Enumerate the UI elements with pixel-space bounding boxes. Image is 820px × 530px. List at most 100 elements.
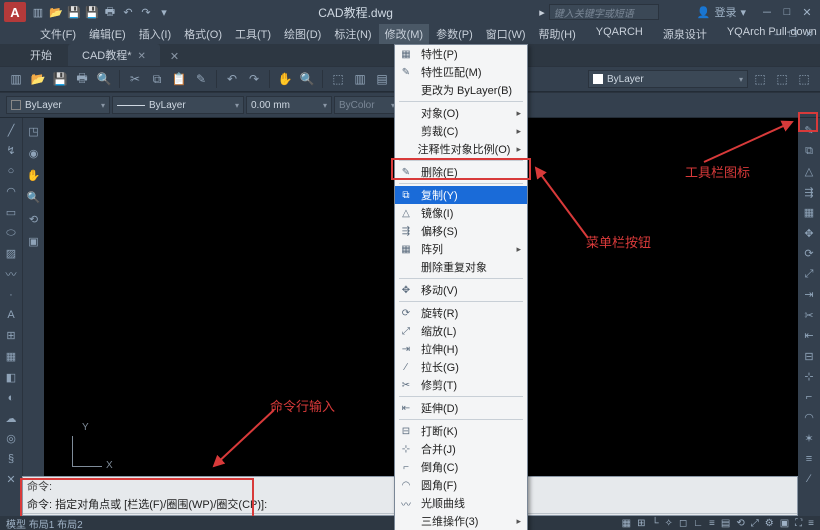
undo-icon[interactable]: ↶	[120, 4, 136, 20]
trim-icon[interactable]: ✂	[800, 307, 818, 325]
spline-icon[interactable]: 〰	[2, 266, 20, 283]
status-snap-icon[interactable]: ▦	[622, 518, 631, 529]
tb-undo-icon[interactable]: ↶	[222, 69, 242, 89]
lineweight-dropdown[interactable]: 0.00 mm▾	[246, 96, 332, 114]
mdi-restore-icon[interactable]: ❐	[786, 28, 800, 40]
helix-icon[interactable]: §	[2, 451, 20, 468]
tb-match-icon[interactable]: ✎	[191, 69, 211, 89]
arc-icon[interactable]: ◠	[2, 184, 20, 201]
model-tabs[interactable]: 模型 布局1 布局2	[6, 516, 83, 530]
linetype-dropdown[interactable]: ByLayer▾	[112, 96, 244, 114]
tb-zoom-icon[interactable]: 🔍	[297, 69, 317, 89]
status-lwt-icon[interactable]: ≡	[709, 518, 715, 529]
menu-yq-design[interactable]: 源泉设计	[657, 24, 713, 44]
modify-menu-item[interactable]: 对象(O)▸	[395, 104, 527, 122]
tb-new-icon[interactable]: ▥	[6, 69, 26, 89]
tb-props-icon[interactable]: ▥	[350, 69, 370, 89]
menu-tools[interactable]: 工具(T)	[229, 24, 277, 44]
status-qp-icon[interactable]: ▤	[721, 518, 730, 529]
zoom2-icon[interactable]: 🔍	[25, 188, 43, 206]
tab-close-icon[interactable]: ✕	[138, 51, 146, 62]
tab-add[interactable]: ✕	[162, 47, 187, 66]
redo-icon[interactable]: ↷	[138, 4, 154, 20]
tab-start[interactable]: 开始	[16, 44, 66, 66]
ellipse-icon[interactable]: ⬭	[2, 225, 20, 242]
new-icon[interactable]: ▥	[30, 4, 46, 20]
menu-draw[interactable]: 绘图(D)	[278, 24, 327, 44]
modify-menu-item[interactable]: ⤢缩放(L)	[395, 322, 527, 340]
status-ws-icon[interactable]: ⚙	[765, 518, 774, 529]
tb-preview-icon[interactable]: 🔍	[94, 69, 114, 89]
modify-menu-item[interactable]: 三维操作(3)▸	[395, 512, 527, 530]
text-icon[interactable]: A	[2, 307, 20, 324]
block-icon[interactable]: ⊞	[2, 328, 20, 345]
explode-icon[interactable]: ✶	[800, 430, 818, 448]
table-icon[interactable]: ▦	[2, 348, 20, 365]
modify-menu-item[interactable]: △镜像(I)	[395, 204, 527, 222]
modify-menu-item[interactable]: ◠圆角(F)	[395, 476, 527, 494]
move-icon[interactable]: ✥	[800, 225, 818, 243]
plot-icon[interactable]: 🖶	[102, 4, 118, 20]
saveas-icon[interactable]: 💾	[84, 4, 100, 20]
search-icon[interactable]: ▸	[539, 6, 545, 19]
modify-menu-item[interactable]: ⇤延伸(D)	[395, 399, 527, 417]
tab-document[interactable]: CAD教程*✕	[68, 44, 160, 66]
plotstyle-dropdown[interactable]: ByColor▾	[334, 96, 400, 114]
polyline-icon[interactable]: ↯	[2, 143, 20, 160]
user-block[interactable]: 👤 登录 ▾	[697, 4, 746, 20]
cube-icon[interactable]: ◳	[25, 122, 43, 140]
status-polar-icon[interactable]: ✧	[665, 518, 673, 529]
menu-yqarch[interactable]: YQARCH	[590, 24, 649, 44]
extend-icon[interactable]: ⇤	[800, 327, 818, 345]
tb-layers-icon[interactable]: ⬚	[328, 69, 348, 89]
array-icon[interactable]: ▦	[800, 204, 818, 222]
tb-copy-icon[interactable]: ⧉	[147, 69, 167, 89]
wheel-icon[interactable]: ◉	[25, 144, 43, 162]
scale-icon[interactable]: ⤢	[800, 266, 818, 284]
tb-sheet-icon[interactable]: ▤	[372, 69, 392, 89]
break-icon[interactable]: ⊟	[800, 348, 818, 366]
modify-menu-item[interactable]: ▦阵列▸	[395, 240, 527, 258]
join-icon[interactable]: ⊹	[800, 368, 818, 386]
tb-pan-icon[interactable]: ✋	[275, 69, 295, 89]
qat-more-icon[interactable]: ▾	[156, 4, 172, 20]
status-ortho-icon[interactable]: └	[651, 518, 658, 529]
status-osnap-icon[interactable]: ◻	[679, 518, 687, 529]
lengthen-icon[interactable]: ∕	[800, 471, 818, 489]
color-dropdown[interactable]: ByLayer▾	[6, 96, 110, 114]
wipeout-icon[interactable]: ◐	[2, 389, 20, 406]
align-icon[interactable]: ≡	[800, 450, 818, 468]
pan2-icon[interactable]: ✋	[25, 166, 43, 184]
modify-menu-item[interactable]: ⌐倒角(C)	[395, 458, 527, 476]
circle-icon[interactable]: ○	[2, 163, 20, 180]
modify-menu-item[interactable]: ⇥拉伸(H)	[395, 340, 527, 358]
status-anno-icon[interactable]: ⟲	[736, 518, 744, 529]
tb-redo-icon[interactable]: ↷	[244, 69, 264, 89]
point-icon[interactable]: ·	[2, 287, 20, 304]
modify-menu-item[interactable]: 注释性对象比例(O)▸	[395, 140, 527, 158]
menu-file[interactable]: 文件(F)	[34, 24, 82, 44]
menu-modify[interactable]: 修改(M)	[379, 24, 430, 44]
modify-menu-item[interactable]: ∕拉长(G)	[395, 358, 527, 376]
save-icon[interactable]: 💾	[66, 4, 82, 20]
modify-menu-item[interactable]: 删除重复对象	[395, 258, 527, 276]
help-search[interactable]: 键入关键字或短语	[549, 4, 659, 20]
status-clean-icon[interactable]: ▣	[780, 518, 789, 529]
mdi-min-icon[interactable]: –	[770, 28, 784, 40]
layer-dropdown[interactable]: ByLayer▾	[588, 70, 748, 88]
modify-menu-item[interactable]: ⟳旋转(R)	[395, 304, 527, 322]
status-custom-icon[interactable]: ≡	[808, 518, 814, 529]
layer-state-icon[interactable]: ⬚	[772, 69, 792, 89]
status-otrack-icon[interactable]: ∟	[693, 518, 703, 529]
stretch-icon[interactable]: ⇥	[800, 286, 818, 304]
construction-icon[interactable]: ✕	[2, 472, 20, 489]
show-icon[interactable]: ▣	[25, 232, 43, 250]
modify-menu-item[interactable]: ⊹合并(J)	[395, 440, 527, 458]
menu-dimension[interactable]: 标注(N)	[328, 24, 377, 44]
minimize-button[interactable]: －	[758, 5, 776, 19]
modify-menu-item[interactable]: 更改为 ByLayer(B)	[395, 81, 527, 99]
region-icon[interactable]: ◧	[2, 369, 20, 386]
status-grid-icon[interactable]: ⊞	[637, 518, 645, 529]
menu-insert[interactable]: 插入(I)	[133, 24, 177, 44]
rect-icon[interactable]: ▭	[2, 204, 20, 221]
